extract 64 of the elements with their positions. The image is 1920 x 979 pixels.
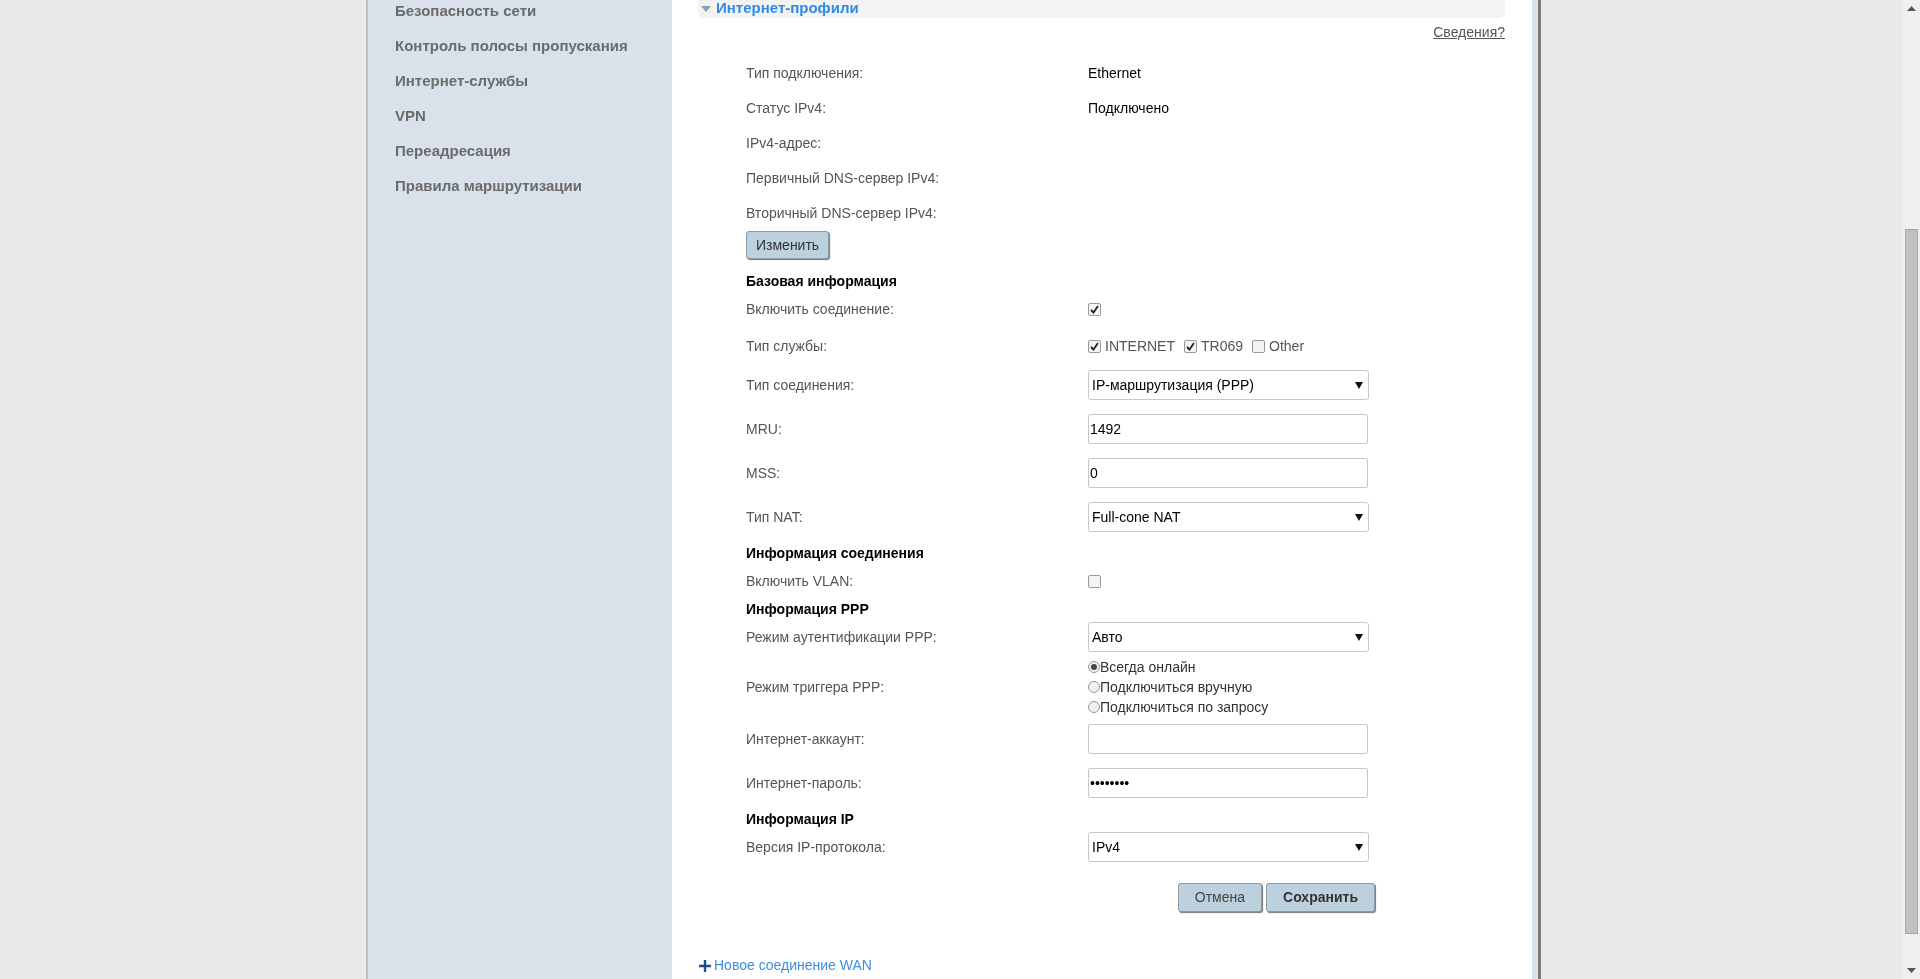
checkbox-label: INTERNET <box>1105 336 1175 356</box>
dropdown-arrow-icon[interactable] <box>1355 633 1363 641</box>
dropdown-arrow-icon[interactable] <box>1355 513 1363 521</box>
scrollbar[interactable] <box>1903 0 1920 979</box>
cancel-button[interactable]: Отмена <box>1177 883 1263 912</box>
dropdown-arrow-icon[interactable] <box>1355 381 1363 389</box>
input-field[interactable] <box>1088 724 1368 754</box>
sidebar-item[interactable]: Правила маршрутизации <box>395 175 582 198</box>
field-label: Режим аутентификации PPP: <box>746 628 937 645</box>
dropdown[interactable]: Авто <box>1088 622 1369 652</box>
checkbox[interactable] <box>1088 339 1101 353</box>
checkbox[interactable] <box>1088 574 1101 588</box>
radio-label: Подключиться вручную <box>1100 677 1253 697</box>
field-label: Вторичный DNS-сервер IPv4: <box>746 205 937 221</box>
field-label: Первичный DNS-сервер IPv4: <box>746 170 940 186</box>
section-heading: Базовая информация <box>746 271 897 291</box>
help-link[interactable]: Сведения? <box>1433 22 1505 42</box>
field-label: Режим триггера PPP: <box>746 678 885 695</box>
radio-button[interactable] <box>1088 681 1100 693</box>
field-label: MRU: <box>746 420 782 437</box>
input-field[interactable]: 1492 <box>1088 414 1368 444</box>
scroll-down-icon[interactable] <box>1907 968 1916 973</box>
field-label: Интернет-пароль: <box>746 774 862 791</box>
input-field[interactable]: 0 <box>1088 458 1368 488</box>
checkbox-label: TR069 <box>1201 336 1244 356</box>
sidebar-item[interactable]: VPN <box>395 105 426 128</box>
save-button[interactable]: Сохранить <box>1266 883 1375 912</box>
field-label: Версия IP-протокола: <box>746 838 886 855</box>
dropdown[interactable]: Full-cone NAT <box>1088 502 1369 532</box>
section-heading: Информация IP <box>746 809 854 829</box>
field-label: MSS: <box>746 464 781 481</box>
sidebar-item[interactable]: Переадресация <box>395 140 511 163</box>
field-label: Включить соединение: <box>746 300 894 317</box>
sidebar-item[interactable]: Контроль полосы пропускания <box>395 35 628 58</box>
radio-label: Подключиться по запросу <box>1100 697 1269 717</box>
field-label: Включить VLAN: <box>746 572 854 589</box>
checkbox-label: Other <box>1269 336 1305 356</box>
scroll-up-icon[interactable] <box>1907 6 1916 11</box>
field-label: Тип соединения: <box>746 376 855 393</box>
sidebar-item[interactable]: Интернет-службы <box>395 70 529 93</box>
dropdown[interactable]: IP-маршрутизация (PPP) <box>1088 370 1369 400</box>
radio-label: Всегда онлайн <box>1100 657 1196 677</box>
scrollbar-thumb[interactable] <box>1905 229 1918 934</box>
field-value: Подключено <box>1088 99 1169 118</box>
password-field[interactable]: •••••••• <box>1088 768 1368 798</box>
field-value: Ethernet <box>1088 64 1141 83</box>
sidebar-item[interactable]: Безопасность сети <box>395 0 537 23</box>
field-label: Статус IPv4: <box>746 100 827 116</box>
dropdown[interactable]: IPv4 <box>1088 832 1369 862</box>
field-label: IPv4-адрес: <box>746 135 822 151</box>
section-heading: Информация соединения <box>746 543 924 563</box>
checkbox[interactable] <box>1184 339 1197 353</box>
field-label: Тип подключения: <box>746 65 864 81</box>
field-label: Интернет-аккаунт: <box>746 730 865 747</box>
checkbox[interactable] <box>1088 302 1101 316</box>
radio-button[interactable] <box>1088 701 1100 713</box>
plus-icon[interactable] <box>698 958 712 973</box>
radio-button[interactable] <box>1088 661 1100 673</box>
field-label: Тип службы: <box>746 337 828 354</box>
field-label: Тип NAT: <box>746 508 803 525</box>
section-heading: Информация PPP <box>746 599 869 619</box>
edit-button[interactable]: Изменить <box>746 231 830 259</box>
checkbox[interactable] <box>1252 339 1266 353</box>
dropdown-arrow-icon[interactable] <box>1355 843 1363 851</box>
